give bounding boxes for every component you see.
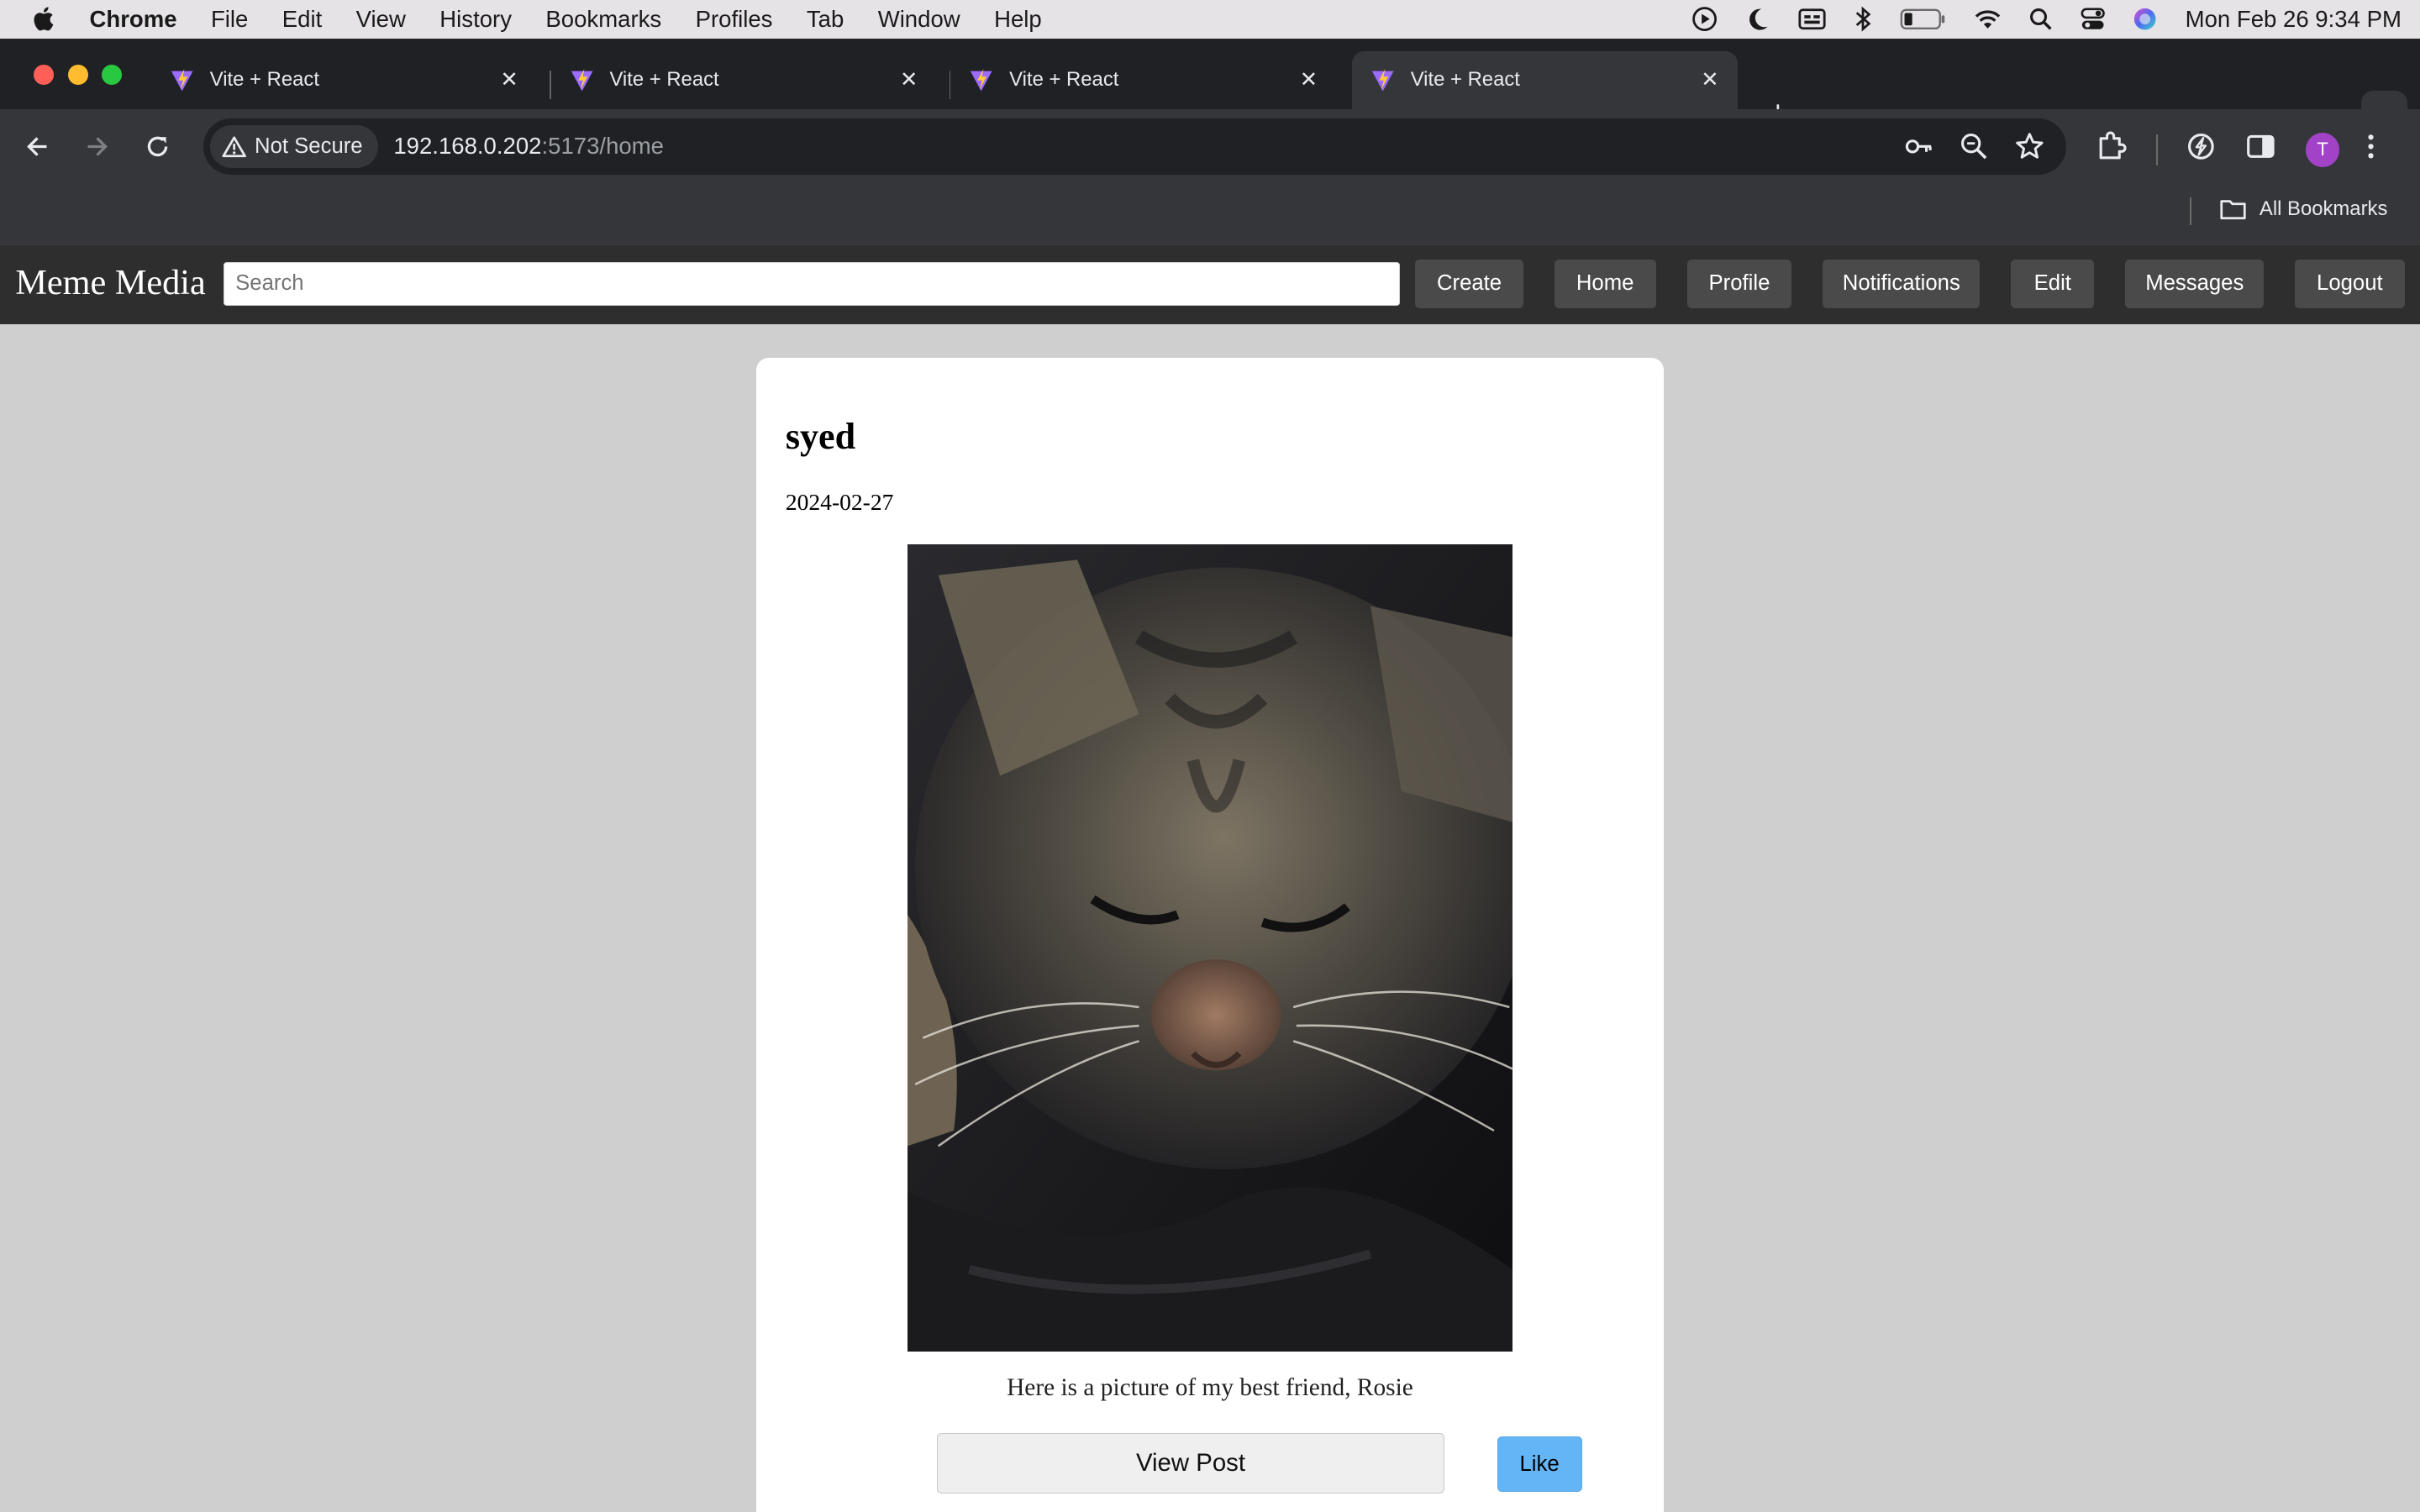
menu-profiles[interactable]: Profiles	[696, 6, 773, 33]
menu-chrome[interactable]: Chrome	[89, 6, 176, 33]
menu-window[interactable]: Window	[878, 6, 960, 33]
view-post-button[interactable]: View Post	[936, 1433, 1445, 1494]
vite-icon	[1371, 68, 1394, 92]
bookmark-star-icon[interactable]	[2014, 131, 2045, 169]
close-tab-icon[interactable]: ✕	[1697, 68, 1722, 92]
post-author[interactable]: syed	[786, 415, 855, 458]
search-input[interactable]	[224, 262, 1400, 306]
macos-menu-bar: Chrome File Edit View History Bookmarks …	[0, 0, 2420, 39]
reload-button[interactable]	[139, 128, 176, 165]
browser-tab-strip: Vite + React ✕ Vite + React ✕ Vite + Rea…	[0, 38, 2420, 138]
menu-view[interactable]: View	[356, 6, 406, 33]
tab-title: Vite + React	[209, 68, 319, 92]
app-navbar: Meme Media Create Home Profile Notificat…	[0, 245, 2420, 324]
not-secure-label: Not Secure	[255, 134, 363, 158]
control-center-icon[interactable]	[2081, 8, 2105, 31]
key-icon[interactable]	[1903, 131, 1934, 169]
arrow-left-icon	[26, 137, 47, 156]
tab-title: Vite + React	[1009, 68, 1119, 92]
menu-bookmarks[interactable]: Bookmarks	[545, 6, 661, 33]
logout-button[interactable]: Logout	[2295, 259, 2405, 309]
back-button[interactable]	[18, 128, 55, 165]
window-controls	[34, 65, 123, 85]
all-bookmarks-label: All Bookmarks	[2259, 197, 2388, 221]
menu-file[interactable]: File	[211, 6, 248, 33]
performance-icon[interactable]	[2186, 131, 2217, 169]
vite-icon	[171, 68, 193, 92]
post-card: syed 2024-02-27 Here is a picture of my …	[755, 358, 1664, 1512]
post-date: 2024-02-27	[785, 489, 894, 516]
edit-button[interactable]: Edit	[2011, 259, 2095, 309]
all-bookmarks-button[interactable]: All Bookmarks	[2219, 197, 2387, 221]
siri-icon[interactable]	[2133, 7, 2157, 31]
arrow-right-icon	[87, 137, 108, 156]
browser-toolbar: Not Secure 192.168.0.202:5173/home T	[0, 109, 2420, 184]
moon-icon[interactable]	[1745, 7, 1770, 31]
tab-title: Vite + React	[609, 68, 719, 92]
app-brand[interactable]: Meme Media	[15, 262, 205, 303]
warning-icon	[222, 136, 247, 157]
url-path: :5173/home	[541, 133, 665, 160]
url-host: 192.168.0.202	[393, 133, 542, 160]
spotlight-search-icon[interactable]	[2029, 8, 2053, 31]
bookmarks-bar: All Bookmarks	[0, 183, 2420, 245]
zoom-window-button[interactable]	[102, 65, 123, 85]
profile-button[interactable]: Profile	[1686, 259, 1792, 309]
notifications-button[interactable]: Notifications	[1823, 259, 1981, 309]
like-button[interactable]: Like	[1497, 1436, 1582, 1493]
play-circle-icon[interactable]	[1691, 6, 1718, 32]
menubar-clock[interactable]: Mon Feb 26 9:34 PM	[2186, 6, 2402, 33]
close-window-button[interactable]	[34, 65, 55, 85]
post-image[interactable]	[907, 544, 1512, 1352]
create-button[interactable]: Create	[1415, 259, 1523, 309]
extensions-icon[interactable]	[2093, 128, 2130, 171]
post-caption: Here is a picture of my best friend, Ros…	[1007, 1374, 1413, 1402]
side-panel-icon[interactable]	[2245, 131, 2276, 169]
menu-help[interactable]: Help	[994, 6, 1042, 33]
home-button[interactable]: Home	[1554, 259, 1656, 309]
forward-button[interactable]	[79, 128, 116, 165]
menu-tab[interactable]: Tab	[807, 6, 844, 33]
menu-edit[interactable]: Edit	[282, 6, 322, 33]
bookmarks-separator	[2190, 197, 2192, 226]
messages-button[interactable]: Messages	[2125, 259, 2265, 309]
minimize-window-button[interactable]	[67, 65, 88, 85]
cat-photo	[907, 544, 1512, 1352]
apple-icon[interactable]	[31, 5, 59, 33]
close-tab-icon[interactable]: ✕	[897, 68, 921, 92]
close-tab-icon[interactable]: ✕	[1297, 68, 1321, 92]
profile-initial: T	[2317, 139, 2328, 160]
folder-icon	[2220, 200, 2246, 220]
reload-icon	[147, 136, 168, 157]
close-tab-icon[interactable]: ✕	[497, 68, 521, 92]
vite-icon	[571, 68, 593, 92]
tab-title: Vite + React	[1410, 68, 1520, 92]
url-text[interactable]: 192.168.0.202:5173/home	[393, 133, 664, 160]
address-bar[interactable]: Not Secure 192.168.0.202:5173/home	[203, 118, 2067, 175]
browser-tab[interactable]: Vite + React ✕	[950, 51, 1336, 110]
vite-icon	[971, 68, 992, 92]
battery-icon[interactable]	[1900, 8, 1946, 30]
more-menu-icon[interactable]	[2366, 131, 2375, 169]
menu-history[interactable]: History	[439, 6, 512, 33]
toolbar-divider	[2155, 134, 2158, 165]
browser-tab[interactable]: Vite + React ✕	[151, 51, 537, 110]
screen-share-icon[interactable]	[1798, 8, 1826, 31]
browser-tab[interactable]: Vite + React ✕	[551, 51, 937, 110]
bluetooth-icon[interactable]	[1854, 6, 1872, 32]
profile-avatar[interactable]: T	[2305, 133, 2340, 167]
site-security-chip[interactable]: Not Secure	[209, 124, 378, 169]
wifi-icon[interactable]	[1974, 8, 2002, 30]
zoom-icon[interactable]	[1959, 131, 1990, 169]
feed-page: syed 2024-02-27 Here is a picture of my …	[0, 323, 2420, 1512]
browser-tab-active[interactable]: Vite + React ✕	[1351, 50, 1739, 110]
